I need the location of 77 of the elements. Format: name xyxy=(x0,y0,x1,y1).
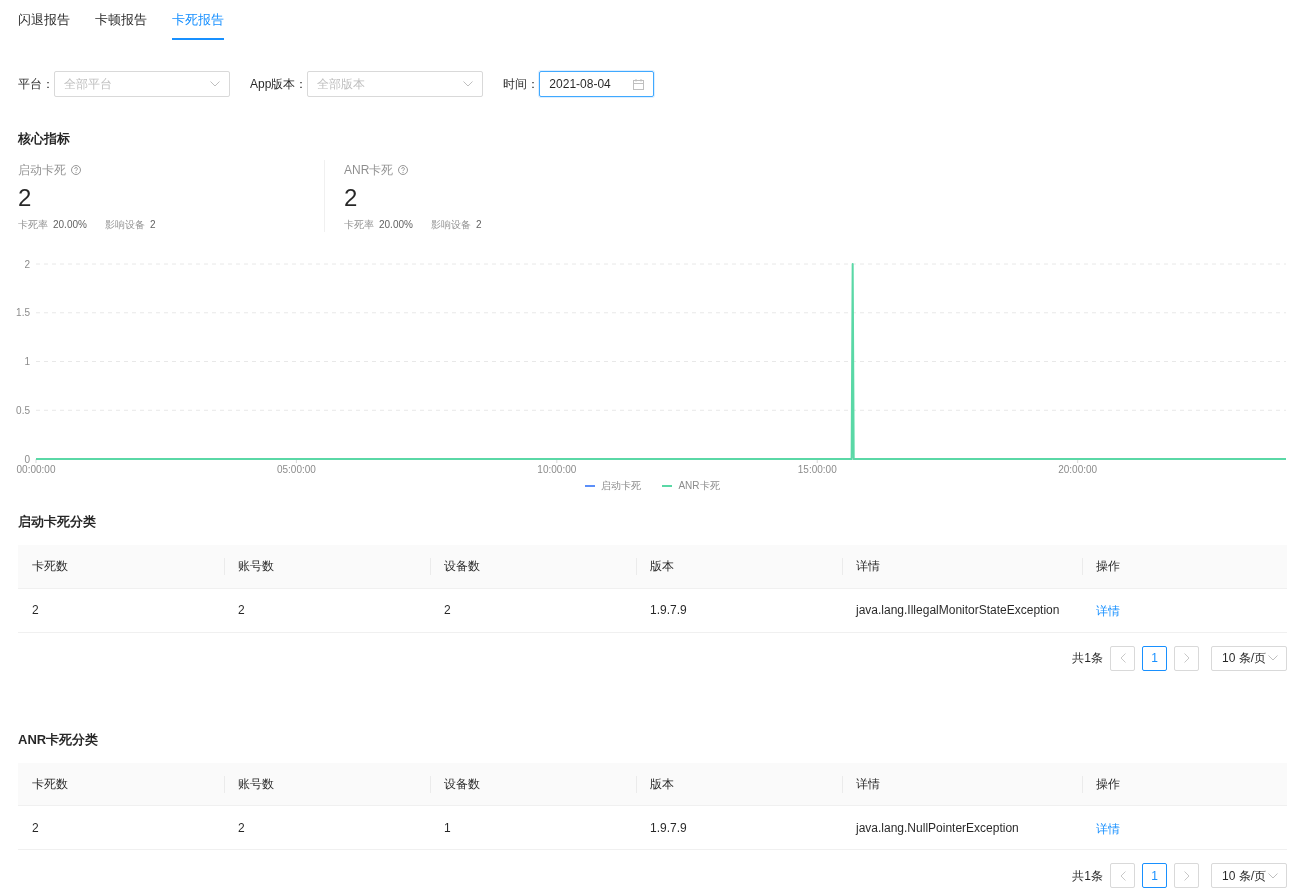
table-cell: 2 xyxy=(18,805,224,850)
table-cell: 1.9.7.9 xyxy=(636,588,842,632)
column-header: 详情 xyxy=(842,762,1082,806)
chevron-left-icon xyxy=(1119,870,1126,881)
section-title: 核心指标 xyxy=(18,130,71,148)
axis-tick-label: 2 xyxy=(24,258,30,270)
axis-tick-label: 00:00:00 xyxy=(16,463,56,475)
chevron-right-icon xyxy=(1183,870,1190,881)
question-mark-icon xyxy=(398,165,409,175)
column-header: 操作 xyxy=(1082,762,1287,806)
chevron-right-icon xyxy=(1183,653,1190,663)
stat-value: 2 xyxy=(149,217,156,232)
column-header: 版本 xyxy=(636,545,842,588)
page-size-select[interactable]: 10 条/页 xyxy=(1211,863,1287,888)
column-header: 设备数 xyxy=(430,545,636,588)
stat-label: 影响设备 xyxy=(104,217,145,232)
select-field[interactable]: 全部平台 xyxy=(54,71,230,97)
pagination-total: 共1条 xyxy=(1072,867,1103,885)
tab[interactable]: 闪退报告 xyxy=(18,0,70,40)
column-header: 设备数 xyxy=(430,762,636,806)
filter-label: App版本： xyxy=(250,76,308,93)
page-size-select[interactable]: 10 条/页 xyxy=(1211,645,1287,671)
pagination-total: 共1条 xyxy=(1072,650,1103,667)
column-header: 详情 xyxy=(842,545,1082,588)
tab[interactable]: 卡死报告 xyxy=(172,0,224,40)
stat-label: 影响设备 xyxy=(430,217,471,232)
filter-label: 平台： xyxy=(18,76,54,93)
chevron-down-icon xyxy=(463,81,474,87)
stat-value: 2 xyxy=(475,217,482,232)
column-header: 卡死数 xyxy=(18,762,224,806)
table-cell: 2 xyxy=(224,588,430,632)
chevron-down-icon xyxy=(210,81,220,87)
stat-value: 20.00% xyxy=(53,217,87,232)
axis-tick-label: 20:00:00 xyxy=(1058,463,1098,475)
axis-tick-label: 15:00:00 xyxy=(797,463,837,475)
select-field[interactable]: 全部版本 xyxy=(307,71,484,97)
page-number-button[interactable]: 1 xyxy=(1142,645,1167,671)
table-cell: 2 xyxy=(18,588,224,632)
table-cell: 2 xyxy=(224,805,430,850)
table-cell: java.lang.NullPointerException xyxy=(842,805,1082,850)
axis-tick-label: 10:00:00 xyxy=(537,463,577,475)
section-title: 启动卡死分类 xyxy=(18,513,97,531)
details-link[interactable]: 详情 xyxy=(1096,604,1120,618)
column-header: 操作 xyxy=(1082,545,1287,588)
column-header: 账号数 xyxy=(224,545,430,588)
axis-tick-label: 0.5 xyxy=(16,404,30,416)
date-field[interactable]: 2021-08-04 xyxy=(539,71,655,97)
question-mark-icon xyxy=(71,165,81,175)
calendar-icon xyxy=(633,78,645,90)
table-cell: 1.9.7.9 xyxy=(636,805,842,850)
tab[interactable]: 卡顿报告 xyxy=(95,0,147,40)
chevron-down-icon xyxy=(1268,872,1278,879)
metric-value: 2 xyxy=(18,184,32,212)
stat-value: 20.00% xyxy=(379,217,413,232)
legend-label[interactable]: 启动卡死 xyxy=(601,480,642,492)
filter-label: 时间： xyxy=(503,76,540,93)
metric-label: ANR卡死 xyxy=(344,162,394,179)
chevron-left-icon xyxy=(1119,653,1126,663)
section-title: ANR卡死分类 xyxy=(18,730,100,749)
column-header: 版本 xyxy=(636,762,842,806)
table-cell: 2 xyxy=(430,588,636,632)
table-cell: 1 xyxy=(430,805,636,850)
details-link[interactable]: 详情 xyxy=(1096,821,1120,836)
page-number-button[interactable]: 1 xyxy=(1142,863,1167,888)
axis-tick-label: 0 xyxy=(24,453,30,465)
stat-label: 卡死率 xyxy=(344,217,374,232)
metric-label: 启动卡死 xyxy=(18,162,66,179)
column-header: 账号数 xyxy=(224,762,430,806)
column-header: 卡死数 xyxy=(18,545,224,588)
legend-label[interactable]: ANR卡死 xyxy=(678,480,720,492)
table-cell: java.lang.IllegalMonitorStateException xyxy=(842,588,1082,632)
axis-tick-label: 1 xyxy=(24,356,30,367)
chevron-down-icon xyxy=(1268,655,1278,661)
metric-value: 2 xyxy=(344,184,358,212)
stat-label: 卡死率 xyxy=(18,217,48,232)
axis-tick-label: 05:00:00 xyxy=(276,463,316,475)
axis-tick-label: 1.5 xyxy=(16,307,30,319)
